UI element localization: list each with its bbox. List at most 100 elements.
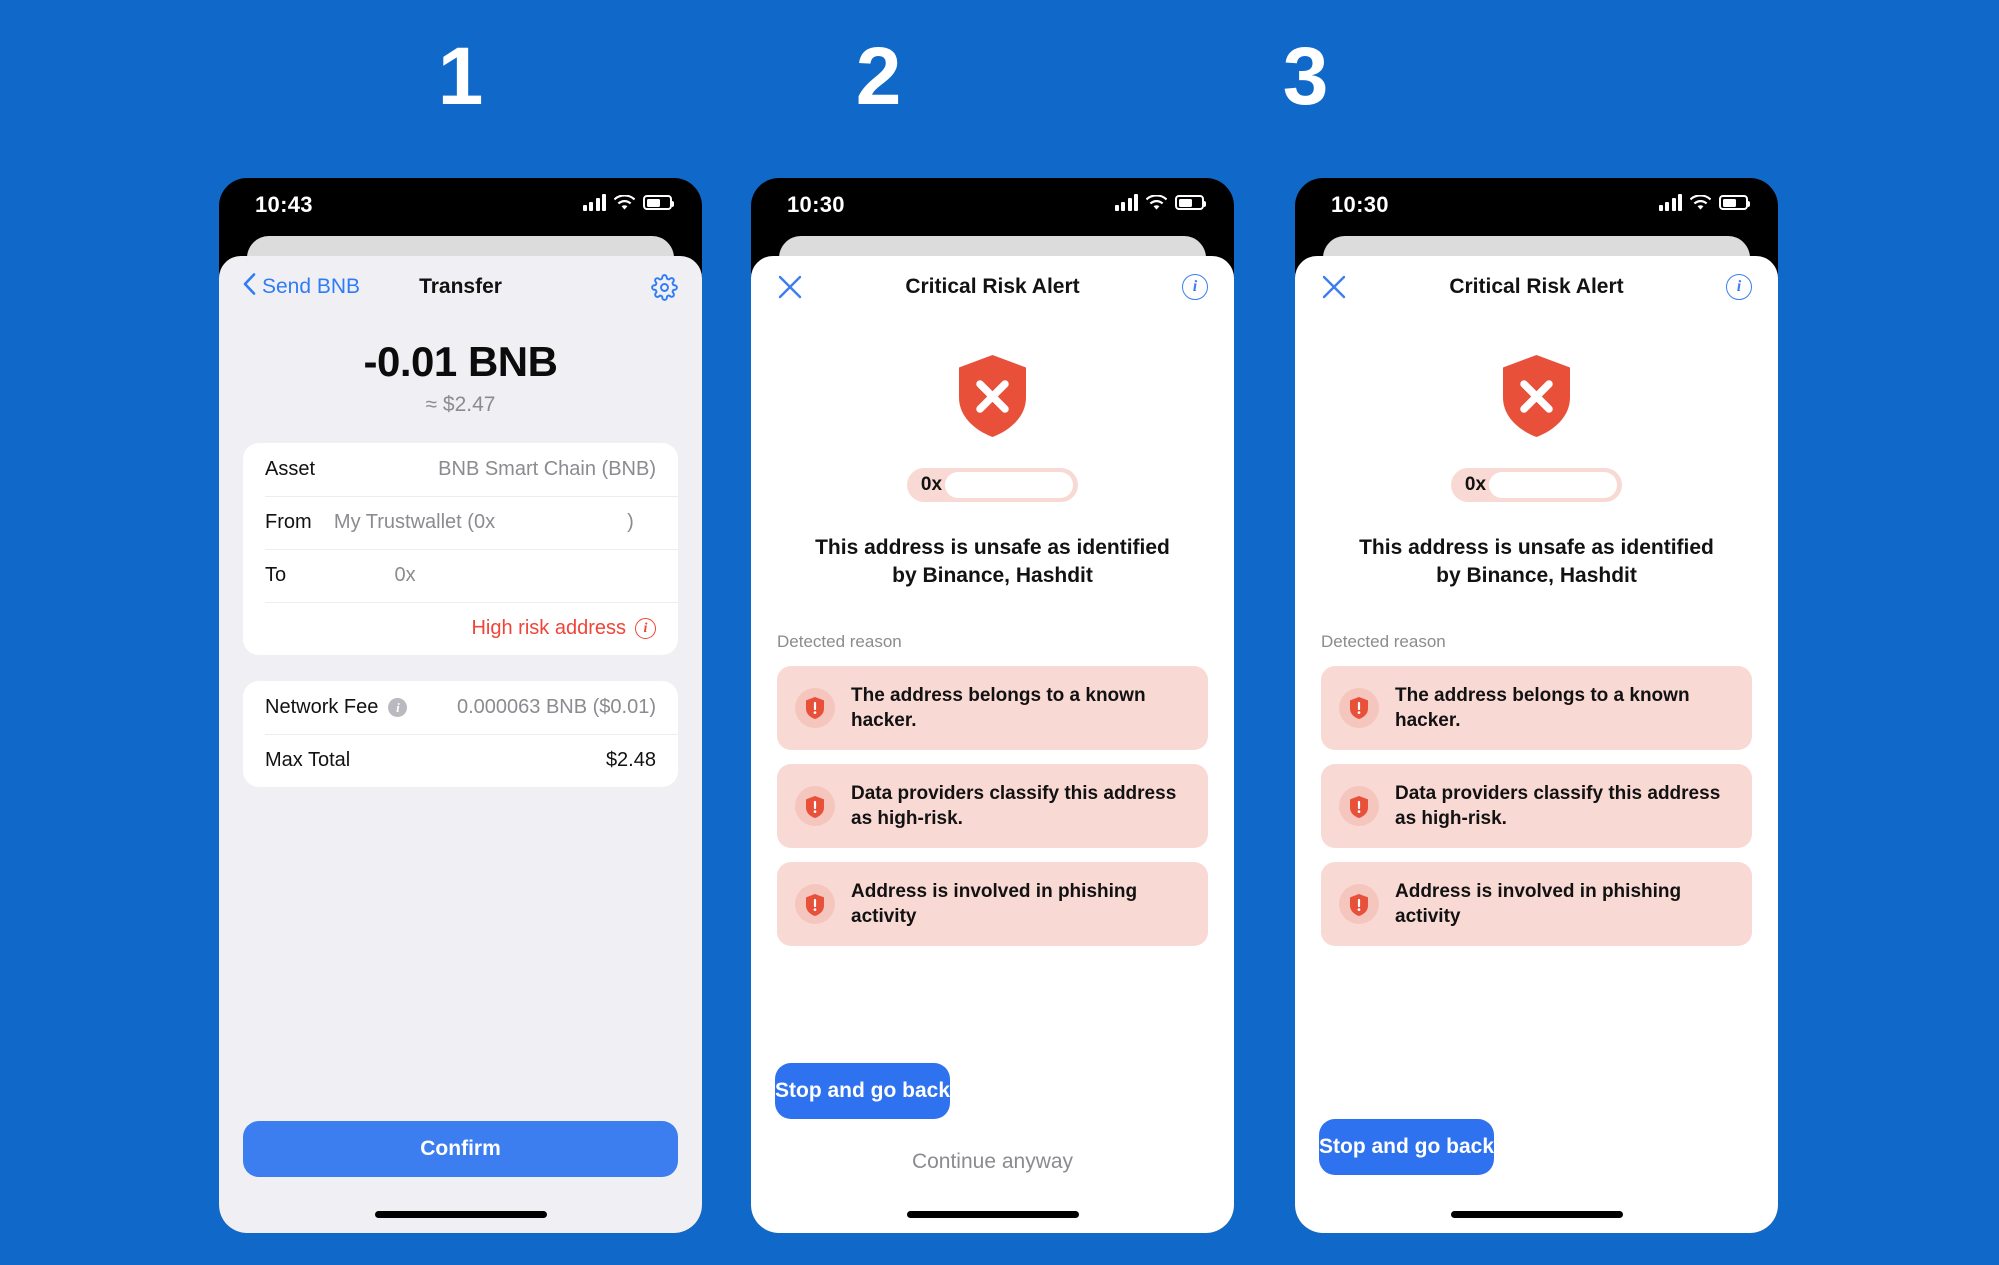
close-x-icon[interactable] [777, 274, 803, 300]
flex-spacer [1295, 1033, 1778, 1119]
wifi-icon [1690, 194, 1711, 211]
continue-anyway-button[interactable]: Continue anyway [775, 1137, 1210, 1187]
chevron-left-icon [243, 273, 256, 301]
shield-x-icon [751, 318, 1234, 468]
shield-x-icon [1295, 318, 1778, 468]
reason-card: Data providers classify this address as … [777, 764, 1208, 849]
detail-row-to: To 0x [243, 549, 678, 602]
page-title: Critical Risk Alert [1449, 275, 1624, 298]
high-risk-label: High risk address [471, 617, 626, 639]
transfer-sheet: Send BNB Transfer -0.01 BNB ≈ $2.47 Asse… [219, 256, 702, 1233]
back-button-label: Send BNB [262, 275, 361, 298]
redacted-address-bar [945, 472, 1074, 498]
stop-and-go-back-button[interactable]: Stop and go back [1319, 1119, 1495, 1175]
status-time: 10:30 [787, 192, 845, 217]
detail-value: My Trustwallet (0x ) [334, 511, 634, 534]
address-pill-container: 0x [1295, 468, 1778, 502]
close-x-icon[interactable] [1321, 274, 1347, 300]
shield-exclamation-icon [1339, 687, 1379, 728]
detail-label: From [265, 511, 312, 533]
reason-card: The address belongs to a known hacker. [777, 665, 1208, 750]
shield-exclamation-icon [1339, 786, 1379, 827]
home-indicator [219, 1195, 702, 1233]
stop-and-go-back-button[interactable]: Stop and go back [775, 1063, 951, 1119]
gear-icon[interactable] [651, 273, 678, 301]
poster-canvas: 1 2 3 10:43 Send BNB Transfer -0.01 BNB … [0, 0, 1999, 1265]
home-indicator [1295, 1195, 1778, 1233]
phone-mockup-3: 10:30 Critical Risk Alert i 0x This addr… [1295, 178, 1778, 1233]
home-indicator [751, 1195, 1234, 1233]
step-number-2: 2 [855, 31, 902, 122]
detected-reason-list: The address belongs to a known hacker. D… [1295, 652, 1778, 1033]
fee-label: Max Total [265, 749, 351, 771]
amount-value: -0.01 BNB [363, 338, 558, 385]
info-icon[interactable]: i [388, 698, 408, 717]
fee-value: $2.48 [605, 749, 656, 771]
detected-reason-label: Detected reason [1321, 631, 1446, 651]
info-circle-icon[interactable]: i [635, 618, 656, 639]
reason-card: Address is involved in phishing activity [777, 862, 1208, 947]
reason-card: Data providers classify this address as … [1321, 764, 1752, 849]
reason-text: The address belongs to a known hacker. [1395, 684, 1690, 731]
fee-row-network: Network Fee i 0.000063 BNB ($0.01) [243, 681, 678, 734]
status-time: 10:43 [255, 192, 313, 217]
battery-icon [643, 195, 674, 210]
shield-exclamation-icon [795, 786, 835, 827]
step-number-1: 1 [437, 31, 484, 122]
shield-exclamation-icon [795, 884, 835, 925]
high-risk-address-warning[interactable]: High risk address i [243, 602, 678, 655]
fee-label: Network Fee [265, 696, 379, 718]
alert-action-group: Stop and go back [1295, 1119, 1778, 1195]
reason-text: The address belongs to a known hacker. [851, 684, 1146, 731]
redacted-address-bar [495, 516, 627, 530]
shield-exclamation-icon [1339, 884, 1379, 925]
wifi-icon [614, 194, 635, 211]
status-time: 10:30 [1331, 192, 1389, 217]
critical-risk-alert-sheet: Critical Risk Alert i 0x This address is… [751, 256, 1234, 1233]
critical-risk-alert-sheet: Critical Risk Alert i 0x This address is… [1295, 256, 1778, 1233]
transaction-details-card: Asset BNB Smart Chain (BNB) From My Trus… [243, 443, 678, 655]
cellular-signal-icon [582, 194, 606, 211]
status-icon-group [1114, 194, 1206, 211]
amount-fiat: ≈ $2.47 [425, 393, 496, 416]
reason-card: Address is involved in phishing activity [1321, 862, 1752, 947]
flex-spacer [219, 787, 702, 1121]
navigation-bar: Critical Risk Alert i [751, 256, 1234, 318]
status-icon-group [582, 194, 674, 211]
reason-text: Address is involved in phishing activity [851, 881, 1138, 928]
back-button[interactable]: Send BNB [243, 273, 360, 301]
status-icon-group [1658, 194, 1750, 211]
redacted-address-bar [416, 569, 548, 583]
navigation-bar: Critical Risk Alert i [1295, 256, 1778, 318]
from-address-suffix: ) [627, 511, 634, 533]
info-circle-icon[interactable]: i [1182, 274, 1208, 300]
detail-row-from: From My Trustwallet (0x ) [243, 496, 678, 549]
from-address-prefix: My Trustwallet (0x [333, 511, 496, 533]
amount-summary: -0.01 BNB ≈ $2.47 [219, 318, 702, 443]
reason-card: The address belongs to a known hacker. [1321, 665, 1752, 750]
fees-card: Network Fee i 0.000063 BNB ($0.01) Max T… [243, 681, 678, 787]
confirm-button[interactable]: Confirm [243, 1121, 678, 1177]
phone-mockup-2: 10:30 Critical Risk Alert i 0x This addr… [751, 178, 1234, 1233]
redacted-address-bar [1489, 472, 1618, 498]
alert-headline: This address is unsafe as identified by … [1359, 536, 1714, 587]
shield-exclamation-icon [795, 687, 835, 728]
step-number-3: 3 [1282, 31, 1329, 122]
address-prefix: 0x [1464, 474, 1487, 495]
detail-row-asset: Asset BNB Smart Chain (BNB) [243, 443, 678, 496]
address-prefix: 0x [920, 474, 943, 495]
cellular-signal-icon [1658, 194, 1682, 211]
status-bar: 10:43 [219, 178, 702, 236]
phone-mockup-1: 10:43 Send BNB Transfer -0.01 BNB ≈ $2.4… [219, 178, 702, 1233]
wifi-icon [1146, 194, 1167, 211]
info-circle-icon[interactable]: i [1726, 274, 1752, 300]
navigation-bar: Send BNB Transfer [219, 256, 702, 318]
alert-headline: This address is unsafe as identified by … [815, 536, 1170, 587]
battery-icon [1719, 195, 1750, 210]
detail-label: To [265, 564, 287, 586]
battery-icon [1175, 195, 1206, 210]
cellular-signal-icon [1114, 194, 1138, 211]
reason-text: Data providers classify this address as … [851, 783, 1177, 830]
flagged-address-pill: 0x [906, 468, 1079, 502]
reason-text: Address is involved in phishing activity [1395, 881, 1682, 928]
